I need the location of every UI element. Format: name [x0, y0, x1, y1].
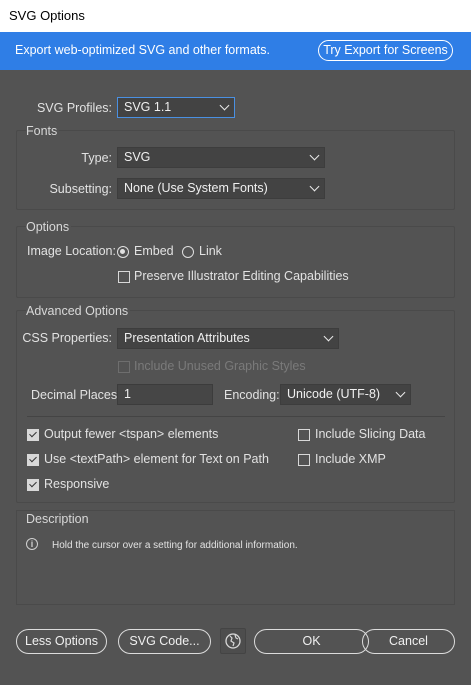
decimal-places-label: Decimal Places:: [31, 388, 121, 402]
output-fewer-tspan-label: Output fewer <tspan> elements: [44, 427, 219, 441]
embed-label: Embed: [134, 244, 174, 258]
subsetting-value: None (Use System Fonts): [124, 181, 268, 195]
preserve-illustrator-checkbox[interactable]: [118, 271, 130, 283]
chevron-down-icon: [309, 181, 320, 192]
decimal-places-input[interactable]: 1: [117, 384, 213, 405]
responsive-checkbox[interactable]: [27, 479, 39, 491]
css-properties-label: CSS Properties:: [22, 331, 112, 345]
svg-profiles-label: SVG Profiles:: [36, 101, 112, 115]
options-section-title: Options: [26, 220, 72, 234]
divider: [27, 416, 445, 417]
subsetting-select[interactable]: None (Use System Fonts): [117, 178, 325, 199]
fonts-section-title: Fonts: [26, 124, 60, 138]
include-slicing-data-label: Include Slicing Data: [315, 427, 426, 441]
advanced-section-title: Advanced Options: [26, 304, 131, 318]
browser-preview-button[interactable]: [220, 628, 246, 654]
description-text: Hold the cursor over a setting for addit…: [52, 540, 298, 551]
try-export-for-screens-button[interactable]: Try Export for Screens: [318, 40, 453, 61]
link-label: Link: [199, 244, 222, 258]
export-banner: Export web-optimized SVG and other forma…: [0, 32, 471, 70]
description-section-title: Description: [26, 512, 91, 526]
use-textpath-label: Use <textPath> element for Text on Path: [44, 452, 269, 466]
responsive-label: Responsive: [44, 477, 110, 491]
include-xmp-label: Include XMP: [315, 452, 386, 466]
include-xmp-checkbox[interactable]: [298, 454, 310, 466]
output-fewer-tspan-checkbox[interactable]: [27, 429, 39, 441]
options-group: [16, 226, 455, 298]
globe-icon: [225, 633, 241, 649]
image-location-label: Image Location:: [27, 244, 116, 258]
chevron-down-icon: [309, 150, 320, 161]
css-properties-select[interactable]: Presentation Attributes: [117, 328, 339, 349]
font-type-select[interactable]: SVG: [117, 147, 325, 168]
decimal-places-value: 1: [124, 387, 131, 401]
css-properties-value: Presentation Attributes: [124, 331, 250, 345]
cancel-button[interactable]: Cancel: [362, 629, 455, 654]
svg-code-button[interactable]: SVG Code...: [118, 629, 211, 654]
svg-profiles-select[interactable]: SVG 1.1: [117, 97, 235, 118]
ok-button[interactable]: OK: [254, 629, 369, 654]
banner-message: Export web-optimized SVG and other forma…: [15, 43, 270, 57]
font-type-label: Type:: [81, 151, 112, 165]
subsetting-label: Subsetting:: [49, 182, 112, 196]
include-unused-styles-checkbox[interactable]: [118, 361, 130, 373]
link-radio[interactable]: [182, 246, 194, 258]
chevron-down-icon: [395, 387, 406, 398]
svg-profiles-value: SVG 1.1: [124, 100, 172, 114]
include-unused-styles-label: Include Unused Graphic Styles: [134, 359, 306, 373]
include-slicing-data-checkbox[interactable]: [298, 429, 310, 441]
preserve-illustrator-label: Preserve Illustrator Editing Capabilitie…: [134, 269, 349, 283]
embed-radio[interactable]: [117, 246, 129, 258]
use-textpath-checkbox[interactable]: [27, 454, 39, 466]
encoding-select[interactable]: Unicode (UTF-8): [280, 384, 411, 405]
chevron-down-icon: [323, 331, 334, 342]
window-title: SVG Options: [9, 8, 85, 23]
chevron-down-icon: [219, 100, 230, 111]
encoding-label: Encoding:: [224, 388, 280, 402]
less-options-button[interactable]: Less Options: [16, 629, 107, 654]
title-bar: SVG Options: [0, 0, 471, 32]
info-icon: i: [26, 538, 38, 550]
font-type-value: SVG: [124, 150, 151, 164]
encoding-value: Unicode (UTF-8): [287, 387, 381, 401]
